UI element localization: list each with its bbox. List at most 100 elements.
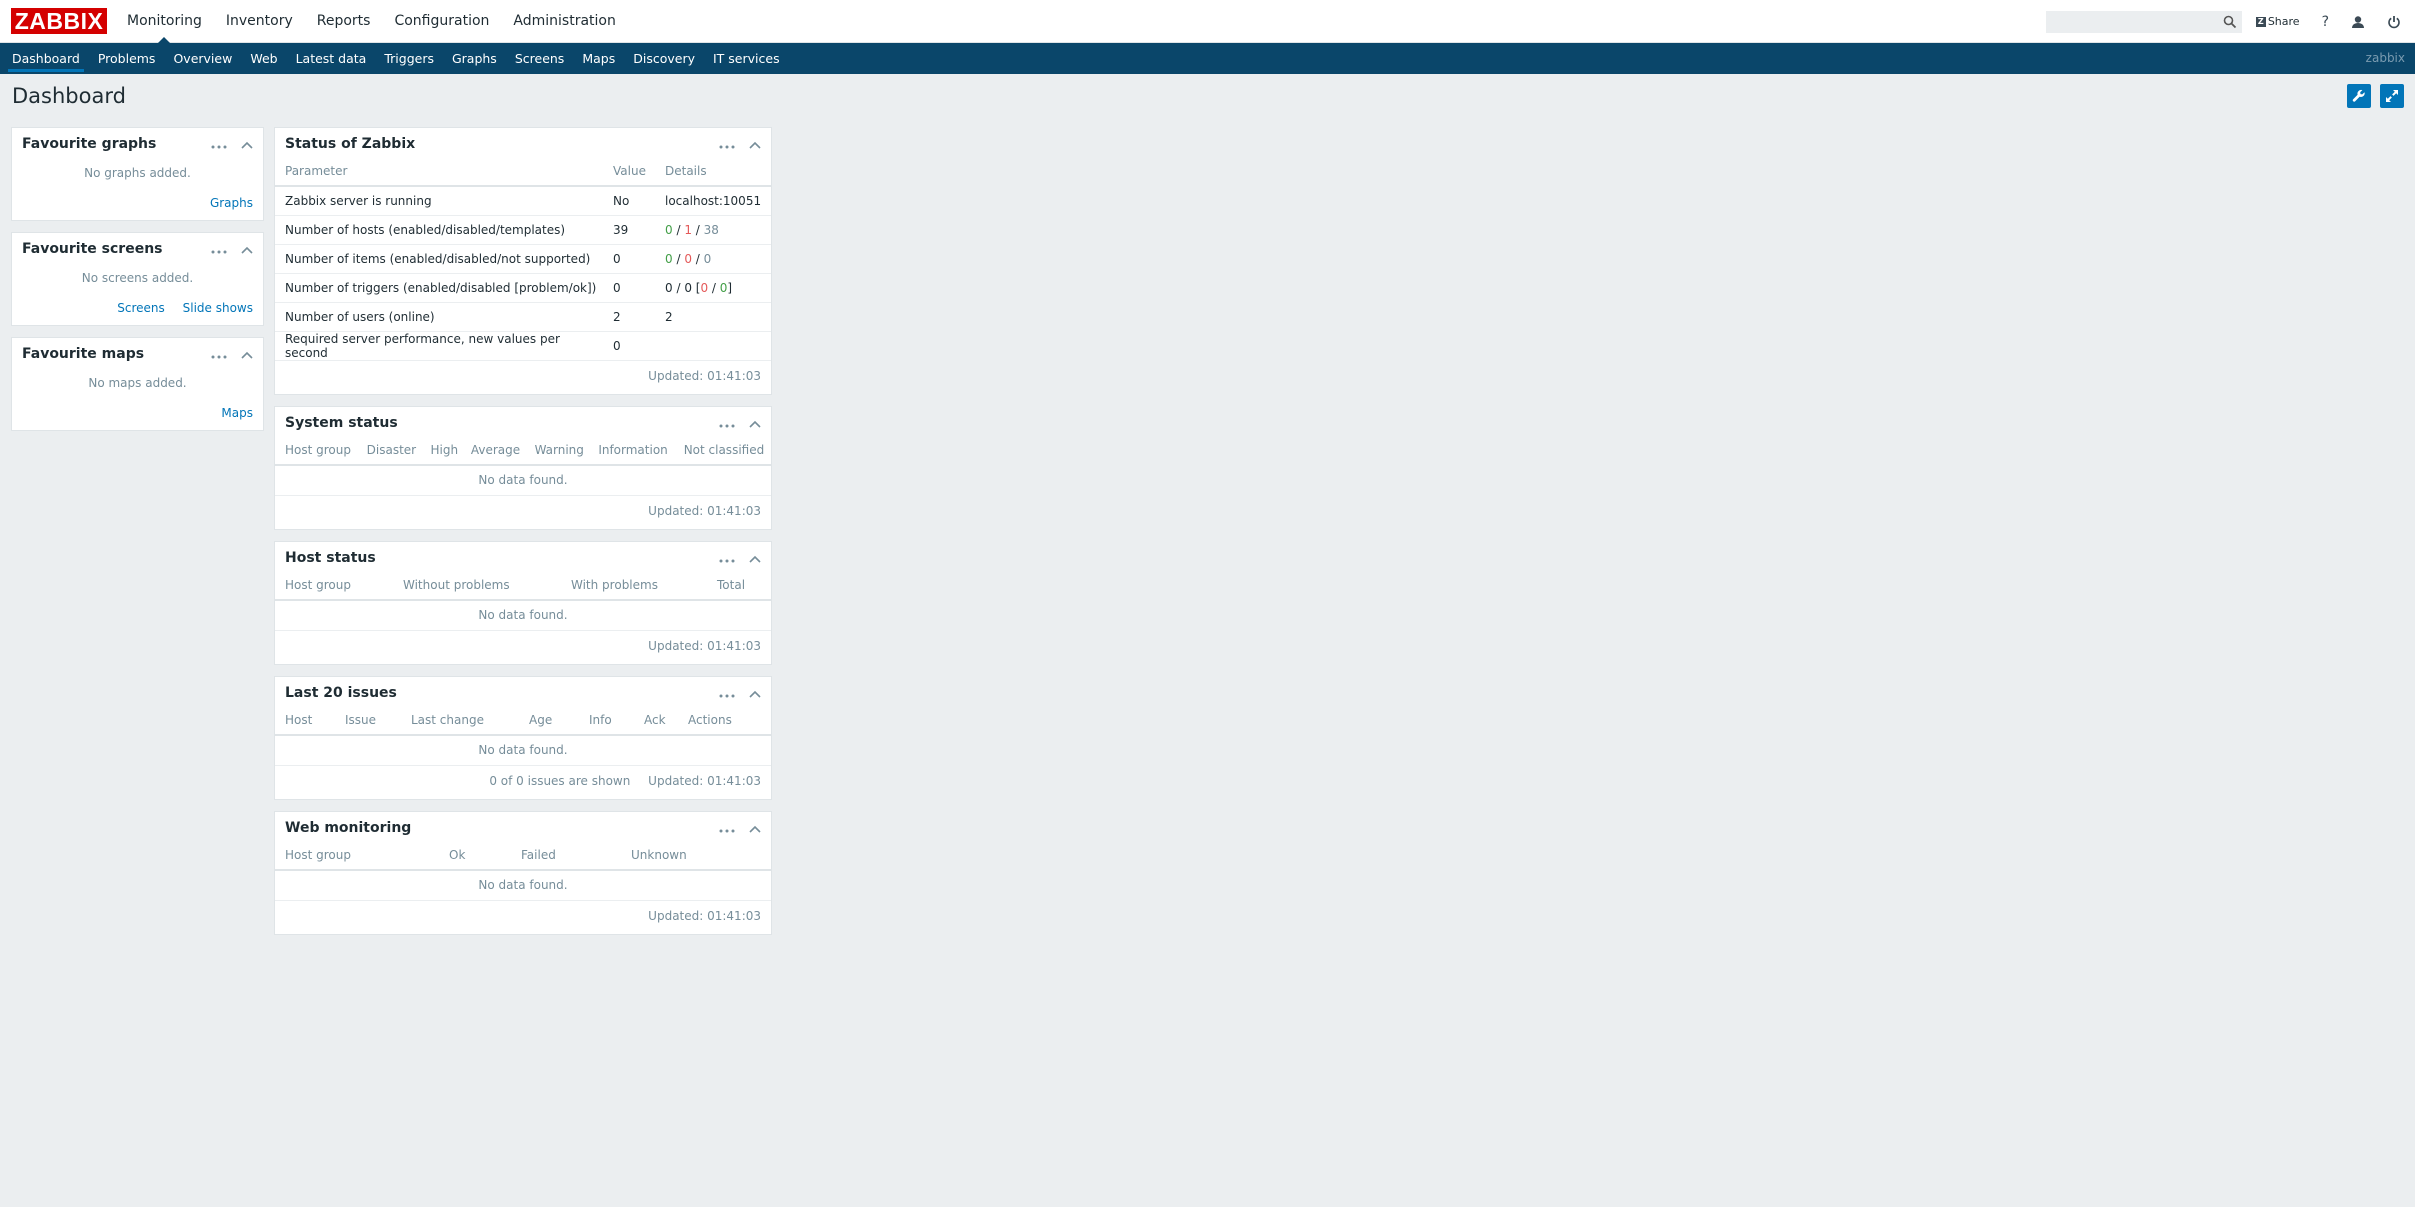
value-cell: 39 <box>603 215 655 245</box>
subnav-discovery[interactable]: Discovery <box>624 43 704 74</box>
subnav-overview[interactable]: Overview <box>164 43 241 74</box>
param-cell: Number of triggers (enabled/disabled [pr… <box>275 273 603 303</box>
collapse-icon[interactable] <box>241 134 253 153</box>
no-data-message: No data found. <box>275 600 771 631</box>
updated-time: Updated: 01:41:03 <box>648 638 761 653</box>
widget-status-of-zabbix: Status of Zabbix Parameter Value Details… <box>274 127 772 395</box>
fullscreen-button[interactable] <box>2380 84 2404 108</box>
profile-button[interactable] <box>2351 15 2365 29</box>
nav-inventory[interactable]: Inventory <box>214 0 305 43</box>
more-options-icon[interactable] <box>211 344 227 363</box>
power-icon <box>2388 15 2400 28</box>
more-options-icon[interactable] <box>719 818 735 837</box>
screens-link[interactable]: Screens <box>117 301 165 315</box>
details-cell: 0 / 1 / 38 <box>655 215 771 245</box>
subnav-graphs[interactable]: Graphs <box>443 43 506 74</box>
collapse-icon[interactable] <box>749 413 761 432</box>
more-options-icon[interactable] <box>719 548 735 567</box>
column-header: Host group <box>275 840 439 871</box>
table-row: No data found. <box>275 870 771 901</box>
widget-title: Favourite graphs <box>22 136 157 152</box>
nav-monitoring[interactable]: Monitoring <box>115 0 214 44</box>
empty-message: No screens added. <box>81 271 194 285</box>
table-row: Required server performance, new values … <box>275 331 771 361</box>
more-options-icon[interactable] <box>211 239 227 258</box>
nav-configuration[interactable]: Configuration <box>382 0 501 43</box>
no-data-message: No data found. <box>275 870 771 901</box>
subnav-problems[interactable]: Problems <box>89 43 165 74</box>
collapse-icon[interactable] <box>749 134 761 153</box>
maps-link[interactable]: Maps <box>221 406 253 420</box>
more-options-icon[interactable] <box>719 683 735 702</box>
search-icon[interactable] <box>2223 14 2237 33</box>
more-options-icon[interactable] <box>719 413 735 432</box>
widget-title: Host status <box>285 550 376 566</box>
table-row: Number of hosts (enabled/disabled/templa… <box>275 215 771 245</box>
collapse-icon[interactable] <box>749 548 761 567</box>
user-icon <box>2352 15 2364 28</box>
issues-shown-count: 0 of 0 issues are shown <box>489 773 631 788</box>
nav-reports[interactable]: Reports <box>305 0 383 43</box>
widget-favourite-maps: Favourite maps No maps added. Maps <box>11 337 264 431</box>
zabbix-logo[interactable]: ZABBIX <box>11 8 107 34</box>
share-button[interactable]: Z Share <box>2255 15 2300 28</box>
details-cell <box>655 331 771 361</box>
widget-favourite-graphs: Favourite graphs No graphs added. Graphs <box>11 127 264 221</box>
table-row: Number of users (online) 2 2 <box>275 302 771 332</box>
more-options-icon[interactable] <box>211 134 227 153</box>
column-header: Ack <box>634 705 678 736</box>
help-button[interactable]: ? <box>2322 14 2329 30</box>
subnav-screens[interactable]: Screens <box>506 43 574 74</box>
subnav-maps[interactable]: Maps <box>573 43 624 74</box>
column-header: Value <box>603 156 655 187</box>
search-box <box>2045 10 2242 33</box>
edit-dashboard-button[interactable] <box>2347 84 2371 108</box>
web-monitoring-table: Host group Ok Failed Unknown No data fou… <box>275 840 771 901</box>
column-header: Age <box>519 705 579 736</box>
collapse-icon[interactable] <box>749 683 761 702</box>
column-header: Ok <box>439 840 511 871</box>
more-options-icon[interactable] <box>719 134 735 153</box>
table-row: No data found. <box>275 735 771 766</box>
subnav-dashboard[interactable]: Dashboard <box>3 43 89 74</box>
widget-title: Favourite maps <box>22 346 145 362</box>
details-cell: localhost:10051 <box>655 186 771 216</box>
fullscreen-icon <box>2386 90 2398 102</box>
server-name: zabbix <box>2365 51 2405 65</box>
widget-title: Web monitoring <box>285 820 412 836</box>
widget-favourite-screens: Favourite screens No screens added. Scre… <box>11 232 264 326</box>
widget-web-monitoring: Web monitoring Host group Ok Failed Unkn… <box>274 811 772 935</box>
column-header: Not classified <box>673 435 771 466</box>
search-input[interactable] <box>2046 12 2217 33</box>
graphs-link[interactable]: Graphs <box>210 196 253 210</box>
widget-system-status: System status Host group Disaster High A… <box>274 406 772 530</box>
updated-time: Updated: 01:41:03 <box>648 908 761 923</box>
subnav-triggers[interactable]: Triggers <box>375 43 443 74</box>
param-cell: Number of items (enabled/disabled/not su… <box>275 244 603 274</box>
details-cell: 0 / 0 / 0 <box>655 244 771 274</box>
slide-shows-link[interactable]: Slide shows <box>183 301 253 315</box>
param-cell: Number of hosts (enabled/disabled/templa… <box>275 215 603 245</box>
updated-time: Updated: 01:41:03 <box>648 773 761 788</box>
nav-administration[interactable]: Administration <box>501 0 627 43</box>
sub-nav: Dashboard Problems Overview Web Latest d… <box>0 43 2415 74</box>
collapse-icon[interactable] <box>749 818 761 837</box>
subnav-web[interactable]: Web <box>241 43 286 74</box>
column-header: Parameter <box>275 156 603 187</box>
widget-title: System status <box>285 415 398 431</box>
logout-button[interactable] <box>2387 15 2401 29</box>
subnav-latest-data[interactable]: Latest data <box>287 43 376 74</box>
value-cell: No <box>603 186 655 216</box>
param-cell: Required server performance, new values … <box>275 331 603 361</box>
collapse-icon[interactable] <box>241 239 253 258</box>
collapse-icon[interactable] <box>241 344 253 363</box>
column-header: Details <box>655 156 771 187</box>
system-status-table: Host group Disaster High Average Warning… <box>275 435 771 496</box>
subnav-it-services[interactable]: IT services <box>704 43 789 74</box>
help-icon: ? <box>2321 13 2329 30</box>
column-header: Info <box>579 705 634 736</box>
column-header: High <box>420 435 461 466</box>
column-header: Actions <box>678 705 771 736</box>
column-header: Host <box>275 705 335 736</box>
value-cell: 2 <box>603 302 655 332</box>
